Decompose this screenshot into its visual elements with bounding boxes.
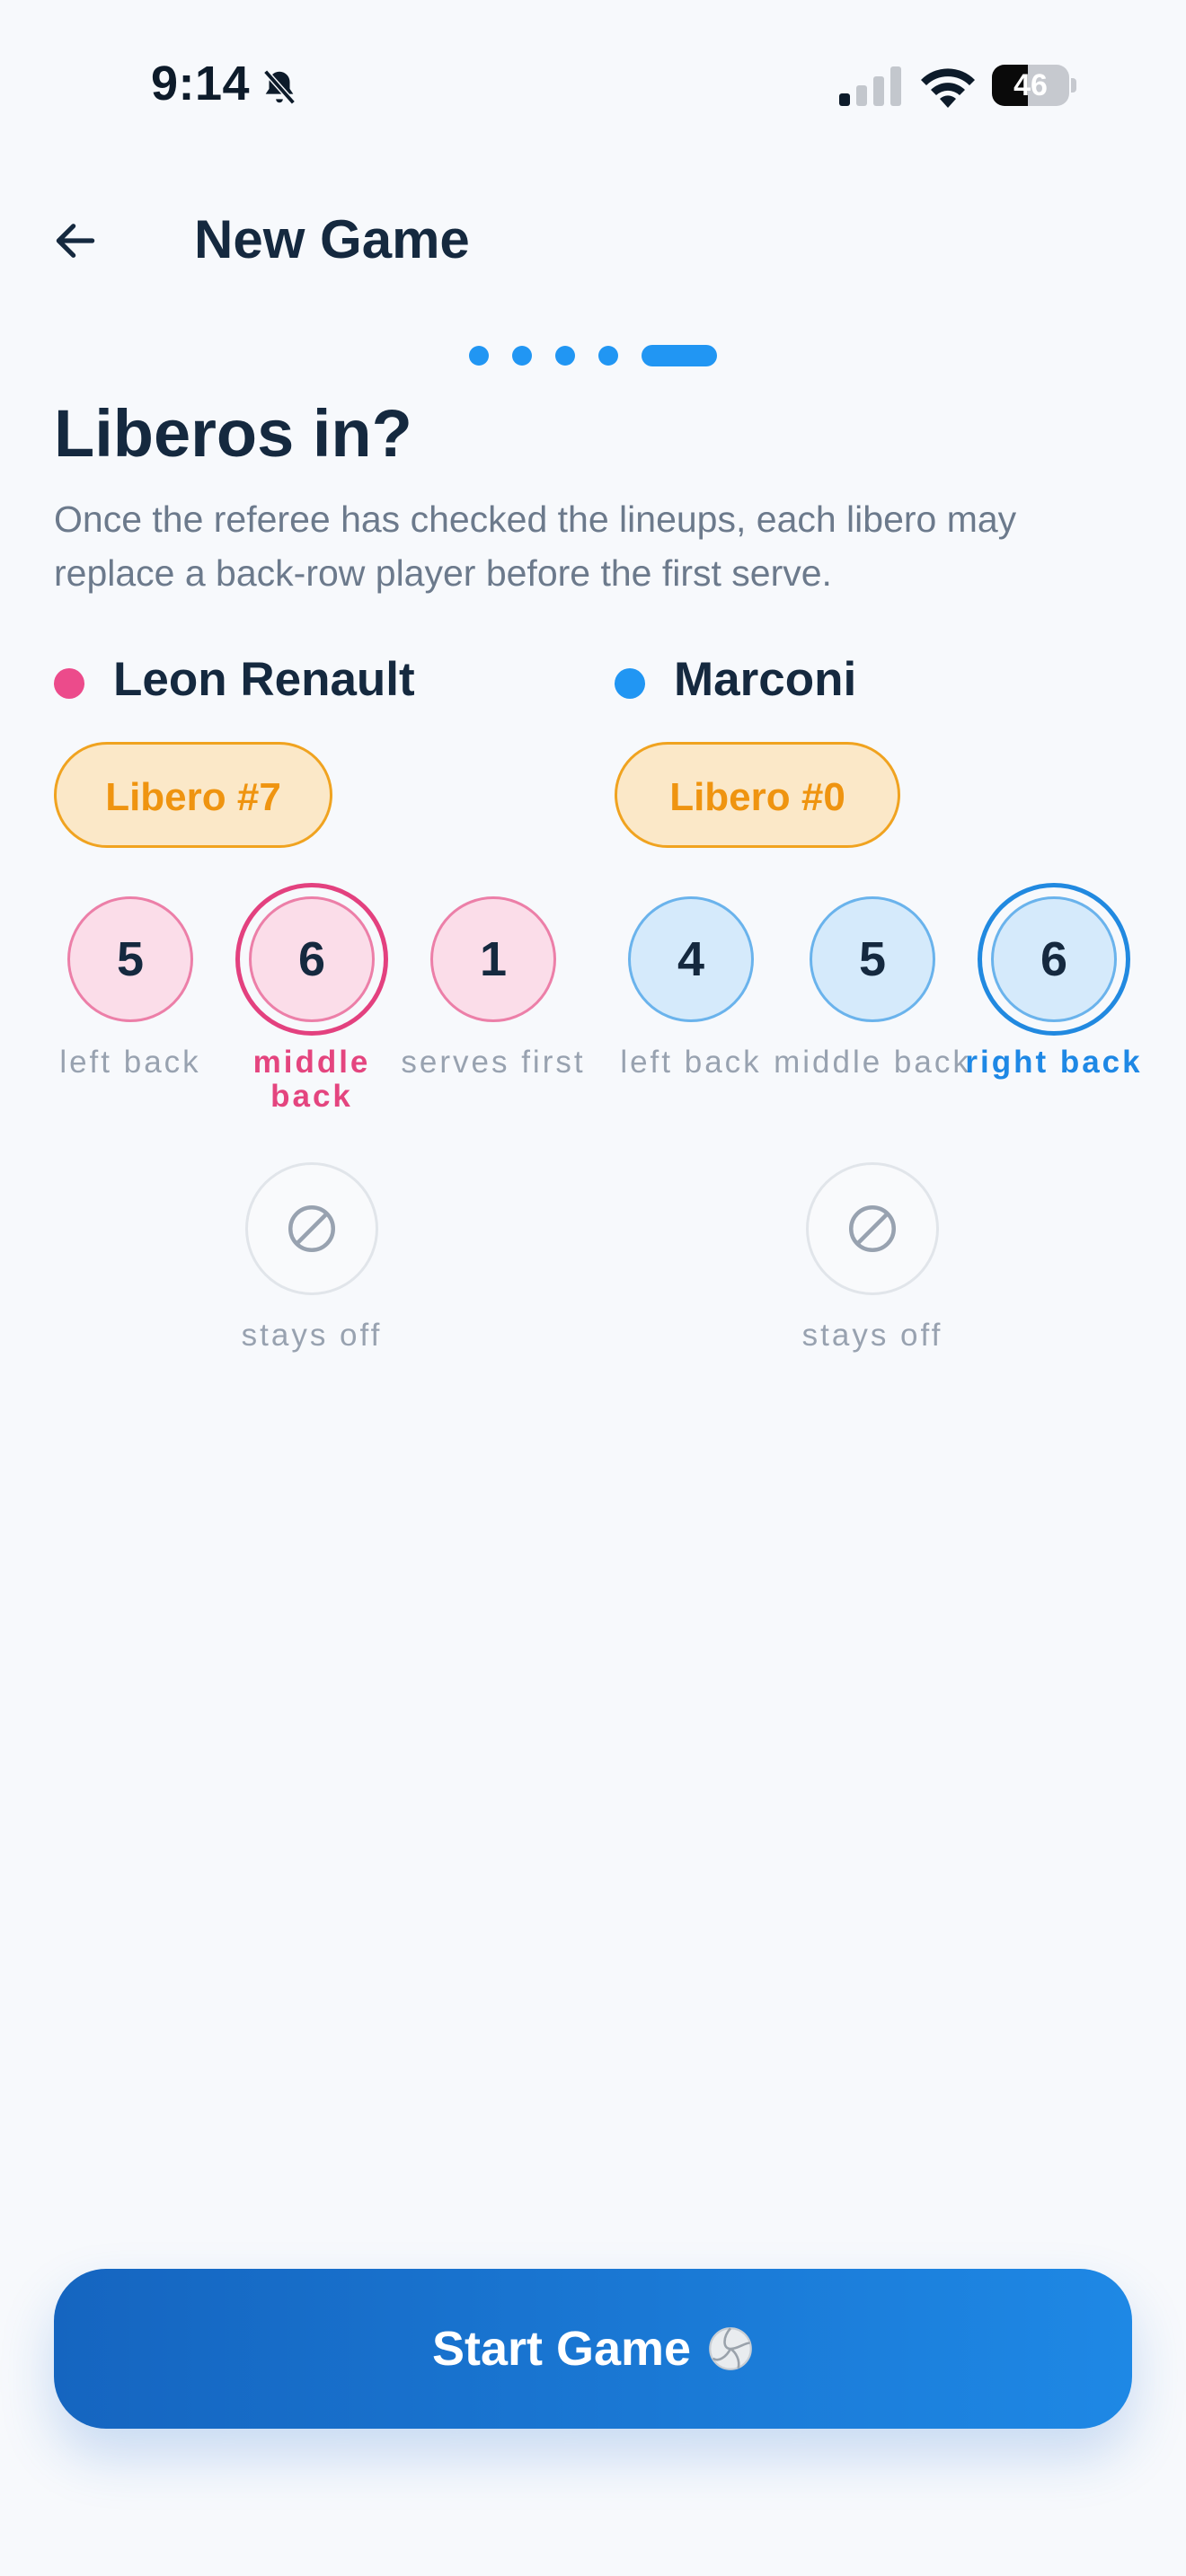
- volleyball-icon: [709, 2327, 752, 2370]
- prohibited-icon: [288, 1205, 335, 1252]
- team-1-player-5-label: left back: [59, 1045, 201, 1080]
- team-1-color-dot: [54, 668, 84, 699]
- team-1-stays-off-label: stays off: [241, 1318, 383, 1353]
- team-1-player-6-label: middle back: [252, 1045, 371, 1114]
- wifi-icon: [921, 68, 975, 108]
- team-1-player-5[interactable]: 5: [67, 896, 193, 1022]
- team-2-player-5-label: middle back: [774, 1045, 971, 1080]
- team-1-player-1-label: serves first: [401, 1045, 586, 1080]
- team-2-player-4[interactable]: 4: [628, 896, 754, 1022]
- start-game-label: Start Game: [431, 2322, 692, 2376]
- section-description: Once the referee has checked the lineups…: [54, 498, 1017, 594]
- team-1-player-1[interactable]: 1: [430, 896, 556, 1022]
- step-dot: [555, 346, 575, 366]
- bell-slash-icon: [263, 69, 296, 105]
- prohibited-icon: [849, 1205, 896, 1252]
- step-dot: [598, 346, 618, 366]
- battery-level: 46: [1013, 68, 1048, 102]
- arrow-left-icon[interactable]: [50, 216, 101, 266]
- battery-indicator: 46: [992, 65, 1076, 106]
- step-dot-current: [642, 345, 717, 366]
- step-dot: [469, 346, 489, 366]
- team-2-player-5[interactable]: 5: [810, 896, 935, 1022]
- team-1-stays-off-button[interactable]: [245, 1162, 378, 1295]
- start-game-button[interactable]: Start Game: [54, 2269, 1132, 2429]
- team-2-stays-off-label: stays off: [801, 1318, 943, 1353]
- team-2-color-dot: [615, 668, 645, 699]
- page-title: New Game: [194, 209, 470, 269]
- team-2-name: Marconi: [674, 653, 857, 706]
- team-1-libero-badge[interactable]: Libero #7: [54, 742, 332, 848]
- team-1-player-6[interactable]: 6: [249, 896, 375, 1022]
- team-2-player-6[interactable]: 6: [991, 896, 1117, 1022]
- team-2-stays-off-button[interactable]: [806, 1162, 939, 1295]
- status-time: 9:14: [151, 57, 251, 110]
- cellular-signal-icon: [839, 66, 901, 106]
- section-heading: Liberos in?: [54, 396, 412, 471]
- step-indicator: [469, 345, 717, 366]
- team-2-player-4-label: left back: [620, 1045, 762, 1080]
- team-2-libero-badge[interactable]: Libero #0: [615, 742, 900, 848]
- team-2-player-6-label: right back: [965, 1045, 1143, 1080]
- team-1-name: Leon Renault: [113, 653, 415, 706]
- step-dot: [512, 346, 532, 366]
